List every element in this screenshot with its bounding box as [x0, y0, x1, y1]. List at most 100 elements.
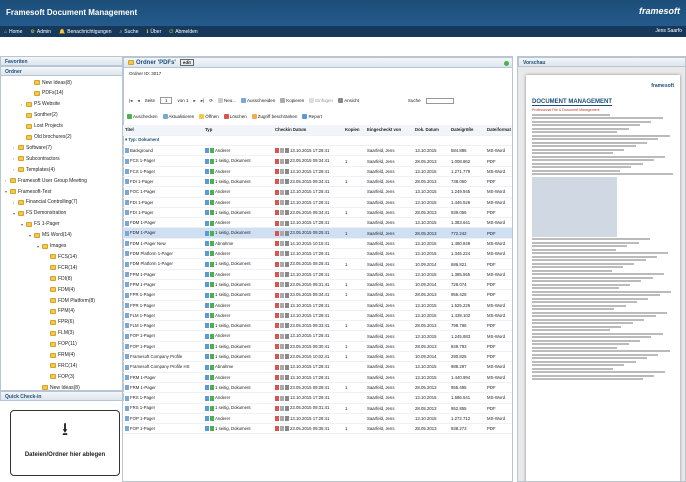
menu-search[interactable]: ⌕ Suche	[119, 29, 138, 35]
action-button[interactable]: Report	[302, 114, 322, 119]
tree-node[interactable]: › Software(7)	[13, 144, 52, 151]
table-row[interactable]: FDM Platform 1-Pager Anderer 13.10.2015 17…	[123, 248, 512, 260]
preview-document[interactable]: framesoft DOCUMENT MANAGEMENT Profession…	[526, 75, 680, 481]
copy-button[interactable]: Kopieren	[280, 98, 304, 103]
tree-node[interactable]: ▾ FS Demonstration	[13, 210, 66, 217]
table-cell: Framesoft Company Profile	[123, 351, 203, 363]
tree-node[interactable]: FCS(14)	[45, 253, 77, 260]
menu-about[interactable]: ℹ Über	[146, 29, 161, 35]
tree-node[interactable]: FDI(8)	[45, 275, 72, 282]
table-row[interactable]: FCS 1-Pager Anderer 13.10.2015 17:28:41 Saa…	[123, 166, 512, 177]
table-row[interactable]: FPR 1-Pager 1 seitig, Dokument 23.05.2015 …	[123, 289, 512, 301]
last-page-button[interactable]: ▸|	[201, 98, 204, 104]
tree-node[interactable]: FDM(4)	[45, 286, 75, 293]
new-button[interactable]: Neu...	[217, 98, 236, 103]
drop-zone[interactable]: ⭳ Dateien/Ordner hier ablegen	[10, 410, 120, 476]
tree-node[interactable]: ▾ Images	[37, 243, 66, 250]
prev-page-button[interactable]: ◂	[137, 98, 139, 104]
tree-node[interactable]: ▾ FS 1-Pager	[21, 221, 60, 228]
user-name[interactable]: Jens Saarfo	[655, 28, 682, 34]
first-page-button[interactable]: |◂	[129, 98, 132, 104]
table-row[interactable]: FPM 1-Pager 1 seitig, Dokument 23.05.2015 …	[123, 279, 512, 291]
table-row[interactable]: FOC 1-Pager Anderer 13.10.2015 17:28:41 Saa…	[123, 186, 512, 198]
tree-node[interactable]: FRC(14)	[45, 362, 77, 369]
table-row[interactable]: FRS 1-Pager 1 seitig, Dokument 23.05.2015 …	[123, 403, 512, 414]
column-header[interactable]: Kopien	[343, 125, 365, 136]
refresh-icon[interactable]: ⟳	[209, 98, 213, 104]
action-button[interactable]: Aktualisieren	[162, 114, 194, 119]
tree-node[interactable]: ▾ MS Word(14)	[29, 232, 72, 239]
table-row[interactable]: FOP 1-Pager 1 seitig, Dokument 23.05.2015 …	[123, 423, 512, 435]
menu-admin[interactable]: ⚙ Admin	[30, 29, 51, 35]
edit-button[interactable]: edit	[179, 59, 194, 66]
table-row[interactable]: FDM 1-Pager New Abnahme 14.10.2015 10:15:4…	[123, 238, 512, 250]
view-button[interactable]: Ansicht	[338, 98, 359, 103]
table-row[interactable]: FOP 1-Pager 1 seitig, Dokument 23.05.2015 …	[123, 341, 512, 353]
table-row[interactable]: FCS 1-Pager 1 seitig, Dokument 23.05.2015 …	[123, 155, 512, 167]
tree-node[interactable]: Lost Projects	[21, 123, 63, 130]
action-button[interactable]: Auschecken	[127, 114, 158, 119]
menu-home[interactable]: ⌂ Home	[4, 29, 22, 35]
paste-button[interactable]: Einfügen	[309, 98, 333, 103]
table-row[interactable]: FRM 1-Pager Anderer 13.10.2015 17:28:41 Saa…	[123, 372, 512, 383]
action-button[interactable]: Öffnen	[199, 114, 219, 119]
column-header[interactable]: Dok. Datum	[413, 125, 449, 136]
tree-node[interactable]: New Ideas(8)	[29, 79, 72, 86]
table-row[interactable]: FPM 1-Pager Anderer 13.10.2015 17:28:41 Saa…	[123, 269, 512, 280]
column-header[interactable]: Dateigröße	[449, 125, 485, 136]
quick-checkin-header[interactable]: Quick Check-in	[0, 391, 124, 401]
table-row[interactable]: Framesoft Company Profile HS Abnahme 13.10…	[123, 361, 512, 373]
table-row[interactable]: FRM 1-Pager 1 seitig, Dokument 23.05.2015 …	[123, 382, 512, 394]
table-row[interactable]: FDM Platform 1-Pager 1 seitig, Dokument 23…	[123, 258, 512, 270]
tree-node[interactable]: FPR(6)	[45, 319, 74, 326]
tree-node[interactable]: New Ideas(8)	[37, 384, 80, 390]
group-row[interactable]: ▾ Typ: Dokument	[123, 135, 512, 147]
tree-node[interactable]: FRM(4)	[45, 352, 75, 359]
cut-button[interactable]: Ausschneiden	[241, 98, 275, 103]
column-header[interactable]: Eingecheckt von	[365, 125, 413, 136]
favorites-header[interactable]: Favoriten	[0, 56, 124, 66]
doc-text-line	[532, 176, 618, 237]
column-header[interactable]: Dateiformat	[485, 125, 512, 136]
table-row[interactable]: FDM 1-Pager 1 seitig, Dokument 23.05.2015 …	[123, 227, 512, 239]
table-row[interactable]: Framesoft Company Profile 1 seitig, Dokum…	[123, 351, 512, 363]
table-row[interactable]: FOP 1-Pager Anderer 13.10.2015 17:28:41 Saa…	[123, 330, 512, 342]
tree-node[interactable]: › PS Website	[21, 101, 60, 108]
column-header[interactable]: Typ	[203, 125, 273, 136]
search-input[interactable]	[425, 97, 454, 104]
column-header[interactable]: Checkin Datum	[273, 125, 343, 136]
action-button[interactable]: Löschen	[223, 114, 247, 119]
folders-header[interactable]: Ordner	[0, 66, 124, 76]
table-row[interactable]: FPR 1-Pager Anderer 13.10.2015 17:28:41 Saa…	[123, 300, 512, 311]
tree-node[interactable]: › Framesoft User Group Meeting	[5, 177, 87, 184]
table-row[interactable]: FDI 1-Pager 1 seitig, Dokument 23.05.2015 …	[123, 176, 512, 188]
tree-node[interactable]: Old brochures(2)	[21, 134, 72, 141]
tree-node[interactable]: FLM(3)	[45, 330, 74, 337]
table-row[interactable]: FLM 1-Pager 1 seitig, Dokument 23.05.2015 …	[123, 320, 512, 332]
column-header[interactable]: Titel	[123, 125, 203, 136]
table-row[interactable]: FRS 1-Pager Anderer 13.10.2015 17:28:41 Saa…	[123, 392, 512, 404]
tree-node-label: FS Demonstration	[26, 210, 67, 217]
tree-node[interactable]: › Financial Controlling(7)	[13, 199, 77, 206]
table-row[interactable]: FDI 1-Pager Anderer 13.10.2015 17:28:41 Saa…	[123, 197, 512, 208]
action-button[interactable]: Zugriff beschränken	[251, 114, 297, 119]
tree-node[interactable]: ▾ Framesoft-Test	[5, 188, 51, 195]
tree-node[interactable]: PDFs(14)	[29, 90, 63, 97]
table-row[interactable]: FOP 1-Pager Anderer 13.10.2015 17:28:41 Saa…	[123, 413, 512, 425]
tree-node[interactable]: › Subcontractors	[13, 155, 60, 162]
table-row[interactable]: FDM 1-Pager Anderer 13.10.2015 17:28:41 Saa…	[123, 217, 512, 229]
tree-node[interactable]: FDM Platform(8)	[45, 297, 95, 304]
table-row[interactable]: FLM 1-Pager Anderer 13.10.2015 17:28:41 Saa…	[123, 310, 512, 322]
menu-notifications[interactable]: 🔔 Benachrichtigungen	[59, 29, 111, 35]
menu-logout[interactable]: ⏻ Abmelden	[169, 29, 197, 35]
tree-node[interactable]: Sonther(2)	[21, 112, 58, 119]
tree-node[interactable]: FOP(3)	[45, 373, 74, 380]
table-row[interactable]: FDI 1-Pager 1 seitig, Dokument 23.05.2015 …	[123, 207, 512, 219]
table-row[interactable]: Background Anderer 13.10.2015 17:28:41 Saar…	[123, 145, 512, 157]
page-input[interactable]: 1	[159, 97, 173, 104]
tree-node[interactable]: FPM(4)	[45, 308, 75, 315]
tree-node[interactable]: › Templates(4)	[13, 166, 55, 173]
tree-node[interactable]: FOP(11)	[45, 341, 77, 348]
next-page-button[interactable]: ▸	[194, 98, 196, 104]
tree-node[interactable]: FCR(14)	[45, 264, 77, 271]
